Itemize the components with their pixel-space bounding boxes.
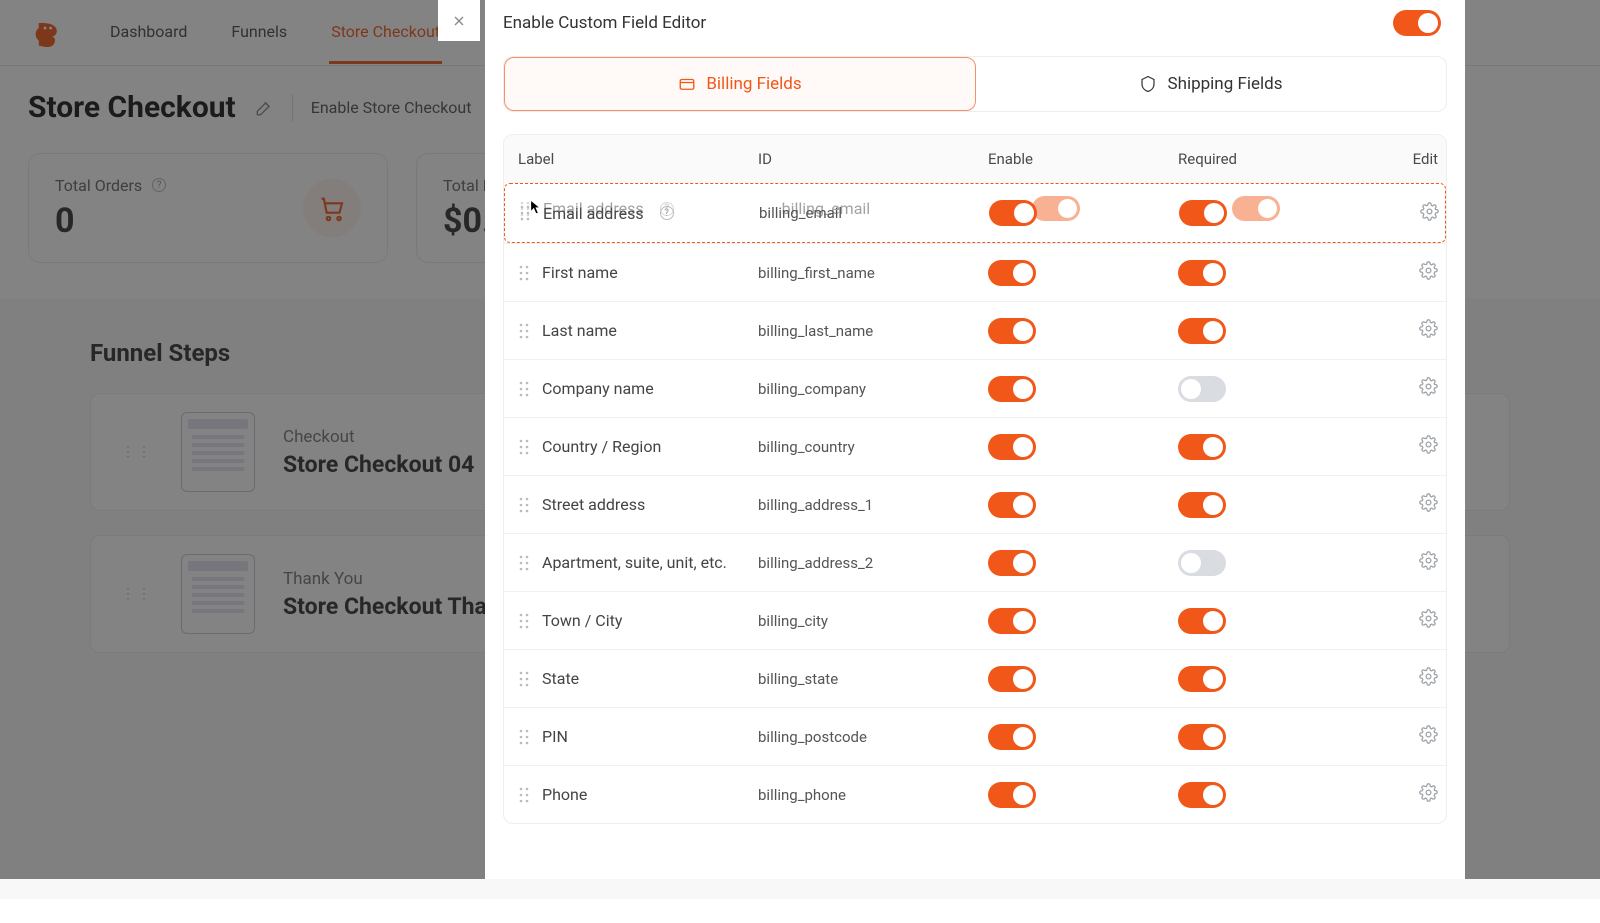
tab-label: Billing Fields [706, 74, 801, 94]
enable-toggle[interactable] [988, 724, 1036, 750]
required-toggle[interactable] [1178, 376, 1226, 402]
required-toggle[interactable] [1178, 492, 1226, 518]
col-label: Label [518, 150, 758, 168]
enable-toggle[interactable] [988, 434, 1036, 460]
required-toggle[interactable] [1178, 434, 1226, 460]
drag-handle-icon[interactable] [518, 555, 530, 571]
edit-field-button[interactable] [1368, 319, 1438, 342]
field-id: billing_address_1 [758, 496, 988, 514]
tab-billing[interactable]: Billing Fields [504, 57, 976, 111]
field-id: billing_phone [758, 786, 988, 804]
required-toggle[interactable] [1178, 550, 1226, 576]
edit-field-button[interactable] [1368, 261, 1438, 284]
field-label: Phone [542, 785, 587, 804]
enable-toggle[interactable] [989, 200, 1037, 226]
field-id: billing_last_name [758, 322, 988, 340]
required-toggle[interactable] [1178, 666, 1226, 692]
enable-toggle[interactable] [988, 260, 1036, 286]
field-id: billing_state [758, 670, 988, 688]
field-row[interactable]: State billing_state [504, 649, 1446, 707]
field-label: Country / Region [542, 437, 661, 456]
edit-field-button[interactable] [1368, 725, 1438, 748]
edit-field-button[interactable] [1368, 377, 1438, 400]
field-row[interactable]: Town / City billing_city [504, 591, 1446, 649]
edit-field-button[interactable] [1368, 551, 1438, 574]
drag-handle-icon[interactable] [518, 265, 530, 281]
edit-field-button[interactable] [1368, 783, 1438, 806]
edit-field-button[interactable] [1368, 609, 1438, 632]
field-row[interactable]: Email address? billing_email Email addre… [504, 183, 1446, 243]
drag-handle-icon[interactable] [519, 205, 531, 221]
field-label: First name [542, 263, 618, 282]
field-id: billing_email [759, 204, 989, 222]
field-row[interactable]: Last name billing_last_name [504, 301, 1446, 359]
field-tabs: Billing Fields Shipping Fields [503, 56, 1447, 112]
col-enable: Enable [988, 150, 1178, 168]
field-label: Last name [542, 321, 617, 340]
tab-label: Shipping Fields [1167, 74, 1282, 94]
field-row[interactable]: Phone billing_phone [504, 765, 1446, 823]
drag-handle-icon[interactable] [518, 671, 530, 687]
field-label: Company name [542, 379, 654, 398]
drag-handle-icon[interactable] [518, 729, 530, 745]
field-row[interactable]: Country / Region billing_country [504, 417, 1446, 475]
required-toggle[interactable] [1178, 318, 1226, 344]
required-toggle[interactable] [1178, 724, 1226, 750]
field-id: billing_country [758, 438, 988, 456]
field-id: billing_city [758, 612, 988, 630]
help-icon[interactable]: ? [660, 206, 674, 220]
field-row[interactable]: First name billing_first_name [504, 243, 1446, 301]
panel-title: Enable Custom Field Editor [503, 13, 706, 33]
col-id: ID [758, 150, 988, 168]
edit-field-button[interactable] [1368, 435, 1438, 458]
edit-field-button[interactable] [1368, 493, 1438, 516]
field-label: State [542, 669, 579, 688]
drag-handle-icon[interactable] [518, 787, 530, 803]
field-id: billing_postcode [758, 728, 988, 746]
field-id: billing_company [758, 380, 988, 398]
drag-handle-icon[interactable] [518, 323, 530, 339]
field-row[interactable]: Apartment, suite, unit, etc. billing_add… [504, 533, 1446, 591]
enable-toggle[interactable] [988, 666, 1036, 692]
field-label: Apartment, suite, unit, etc. [542, 553, 727, 572]
required-toggle[interactable] [1178, 608, 1226, 634]
master-toggle[interactable] [1393, 10, 1441, 36]
field-label: Town / City [542, 611, 622, 630]
field-label: Email address [543, 204, 644, 223]
edit-field-button[interactable] [1369, 202, 1439, 225]
enable-toggle[interactable] [988, 318, 1036, 344]
field-id: billing_address_2 [758, 554, 988, 572]
required-toggle[interactable] [1178, 260, 1226, 286]
field-table: Label ID Enable Required Edit Email addr… [503, 134, 1447, 824]
drag-handle-icon[interactable] [518, 613, 530, 629]
enable-toggle[interactable] [988, 608, 1036, 634]
table-header: Label ID Enable Required Edit [504, 135, 1446, 183]
col-required: Required [1178, 150, 1368, 168]
enable-toggle[interactable] [988, 550, 1036, 576]
close-panel-button[interactable] [438, 0, 480, 41]
field-label: Street address [542, 495, 645, 514]
edit-field-button[interactable] [1368, 667, 1438, 690]
field-row[interactable]: Street address billing_address_1 [504, 475, 1446, 533]
field-row[interactable]: PIN billing_postcode [504, 707, 1446, 765]
required-toggle[interactable] [1179, 200, 1227, 226]
field-label: PIN [542, 727, 568, 746]
drag-handle-icon[interactable] [518, 439, 530, 455]
tab-shipping[interactable]: Shipping Fields [976, 57, 1446, 111]
field-id: billing_first_name [758, 264, 988, 282]
drag-handle-icon[interactable] [518, 497, 530, 513]
enable-toggle[interactable] [988, 492, 1036, 518]
col-edit: Edit [1368, 150, 1438, 168]
required-toggle[interactable] [1178, 782, 1226, 808]
field-row[interactable]: Company name billing_company [504, 359, 1446, 417]
drag-handle-icon[interactable] [518, 381, 530, 397]
field-editor-panel: Enable Custom Field Editor Billing Field… [485, 0, 1465, 879]
enable-toggle[interactable] [988, 782, 1036, 808]
enable-toggle[interactable] [988, 376, 1036, 402]
